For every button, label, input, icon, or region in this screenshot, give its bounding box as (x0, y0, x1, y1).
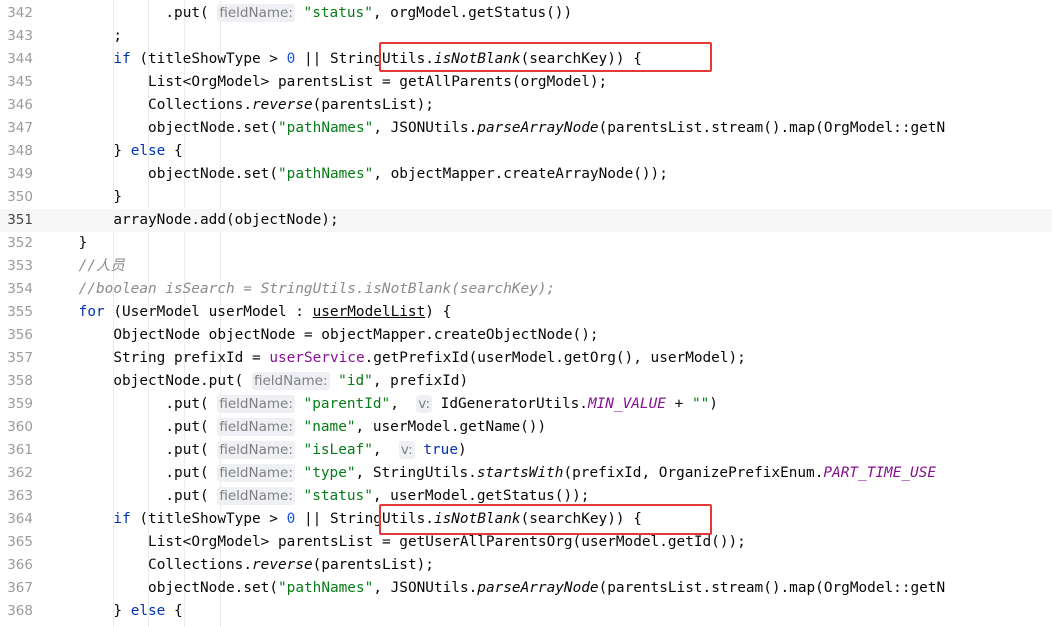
parameter-hint: fieldName: (217, 487, 295, 505)
code-text[interactable]: .put( fieldName: "status", orgModel.getS… (165, 2, 572, 25)
line-number: 367 (7, 580, 33, 596)
code-text[interactable]: Collections.reverse(parentsList); (148, 94, 434, 117)
code-text[interactable]: String prefixId = userService.getPrefixI… (113, 347, 745, 370)
code-line-353[interactable]: 353 //人员 (0, 255, 1052, 278)
line-number: 344 (7, 51, 33, 67)
code-text[interactable]: .put( fieldName: "status", userModel.get… (165, 485, 589, 508)
line-number: 360 (7, 419, 33, 435)
code-line-356[interactable]: 356 ObjectNode objectNode = objectMapper.… (0, 324, 1052, 347)
code-text[interactable]: } (113, 186, 122, 209)
parameter-hint: fieldName: (217, 395, 295, 413)
line-number: 345 (7, 74, 33, 90)
code-line-342[interactable]: 342 .put( fieldName: "status", orgModel.g… (0, 2, 1052, 25)
line-number: 362 (7, 465, 33, 481)
code-text[interactable]: ; (113, 25, 122, 48)
code-text[interactable]: .put( fieldName: "parentId", v: IdGenera… (165, 393, 718, 416)
code-text[interactable]: } (79, 232, 88, 255)
line-number: 346 (7, 97, 33, 113)
line-number: 356 (7, 327, 33, 343)
code-text[interactable]: //人员 (79, 255, 125, 278)
code-text[interactable]: //boolean isSearch = StringUtils.isNotBl… (79, 278, 556, 301)
code-line-348[interactable]: 348 } else { (0, 140, 1052, 163)
code-text[interactable]: objectNode.set("pathNames", JSONUtils.pa… (148, 117, 945, 140)
code-text[interactable]: .put( fieldName: "name", userModel.getNa… (165, 416, 546, 439)
line-number: 366 (7, 557, 33, 573)
code-line-364[interactable]: 364 if (titleShowType > 0 || StringUtils.… (0, 508, 1052, 531)
code-text[interactable]: List<OrgModel> parentsList = getAllParen… (148, 71, 607, 94)
code-text[interactable]: } else { (113, 140, 182, 163)
code-line-352[interactable]: 352} (0, 232, 1052, 255)
line-number: 368 (7, 603, 33, 619)
parameter-hint: fieldName: (217, 418, 295, 436)
code-text[interactable]: if (titleShowType > 0 || StringUtils.isN… (113, 48, 642, 71)
code-line-359[interactable]: 359 .put( fieldName: "parentId", v: IdGen… (0, 393, 1052, 416)
code-line-347[interactable]: 347 objectNode.set("pathNames", JSONUtils… (0, 117, 1052, 140)
code-editor[interactable]: 342 .put( fieldName: "status", orgModel.g… (0, 0, 1052, 627)
code-text[interactable]: .put( fieldName: "type", StringUtils.sta… (165, 462, 936, 485)
parameter-hint: fieldName: (251, 372, 330, 390)
line-number: 357 (7, 350, 33, 366)
line-number: 348 (7, 143, 33, 159)
code-line-354[interactable]: 354 //boolean isSearch = StringUtils.isNo… (0, 278, 1052, 301)
code-line-363[interactable]: 363 .put( fieldName: "status", userModel.… (0, 485, 1052, 508)
code-text[interactable]: arrayNode.add(objectNode); (113, 209, 338, 232)
code-text[interactable]: ObjectNode objectNode = objectMapper.cre… (113, 324, 598, 347)
code-line-365[interactable]: 365 List<OrgModel> parentsList = getUserA… (0, 531, 1052, 554)
line-number: 364 (7, 511, 33, 527)
code-line-343[interactable]: 343; (0, 25, 1052, 48)
parameter-hint: v: (416, 395, 432, 413)
code-line-360[interactable]: 360 .put( fieldName: "name", userModel.ge… (0, 416, 1052, 439)
code-text[interactable]: objectNode.set("pathNames", objectMapper… (148, 163, 668, 186)
line-number: 354 (7, 281, 33, 297)
code-line-368[interactable]: 368 } else { (0, 600, 1052, 623)
parameter-hint: fieldName: (217, 441, 295, 459)
line-number: 359 (7, 396, 33, 412)
line-number: 351 (7, 212, 33, 228)
code-line-362[interactable]: 362 .put( fieldName: "type", StringUtils.… (0, 462, 1052, 485)
line-number: 342 (7, 5, 33, 21)
parameter-hint: fieldName: (217, 4, 295, 22)
line-number: 347 (7, 120, 33, 136)
code-text[interactable]: .put( fieldName: "isLeaf", v: true) (165, 439, 467, 462)
code-text[interactable]: Collections.reverse(parentsList); (148, 554, 434, 577)
code-line-357[interactable]: 357 String prefixId = userService.getPref… (0, 347, 1052, 370)
code-line-344[interactable]: 344 if (titleShowType > 0 || StringUtils.… (0, 48, 1052, 71)
line-number: 363 (7, 488, 33, 504)
code-text[interactable]: List<OrgModel> parentsList = getUserAllP… (148, 531, 746, 554)
line-number: 343 (7, 28, 33, 44)
line-number: 365 (7, 534, 33, 550)
line-number: 349 (7, 166, 33, 182)
code-line-345[interactable]: 345 List<OrgModel> parentsList = getAllPa… (0, 71, 1052, 94)
line-number: 355 (7, 304, 33, 320)
parameter-hint: fieldName: (217, 464, 295, 482)
code-line-366[interactable]: 366 Collections.reverse(parentsList); (0, 554, 1052, 577)
code-text[interactable]: objectNode.set("pathNames", JSONUtils.pa… (148, 577, 945, 600)
line-number: 350 (7, 189, 33, 205)
code-line-367[interactable]: 367 objectNode.set("pathNames", JSONUtils… (0, 577, 1052, 600)
code-line-355[interactable]: 355 for (UserModel userModel : userModelL… (0, 301, 1052, 324)
code-line-346[interactable]: 346 Collections.reverse(parentsList); (0, 94, 1052, 117)
code-line-358[interactable]: 358 objectNode.put( fieldName: "id", pref… (0, 370, 1052, 393)
line-number: 361 (7, 442, 33, 458)
code-text[interactable]: for (UserModel userModel : userModelList… (79, 301, 452, 324)
code-text[interactable]: } else { (113, 600, 182, 623)
line-number: 358 (7, 373, 33, 389)
line-number: 352 (7, 235, 33, 251)
code-text[interactable]: if (titleShowType > 0 || StringUtils.isN… (113, 508, 642, 531)
parameter-hint: v: (398, 441, 415, 459)
code-line-350[interactable]: 350} (0, 186, 1052, 209)
code-line-361[interactable]: 361 .put( fieldName: "isLeaf", v: true) (0, 439, 1052, 462)
code-text[interactable]: objectNode.put( fieldName: "id", prefixI… (113, 370, 468, 393)
code-line-351[interactable]: 351 arrayNode.add(objectNode); (0, 209, 1052, 232)
line-number: 353 (7, 258, 33, 274)
code-line-349[interactable]: 349 objectNode.set("pathNames", objectMap… (0, 163, 1052, 186)
